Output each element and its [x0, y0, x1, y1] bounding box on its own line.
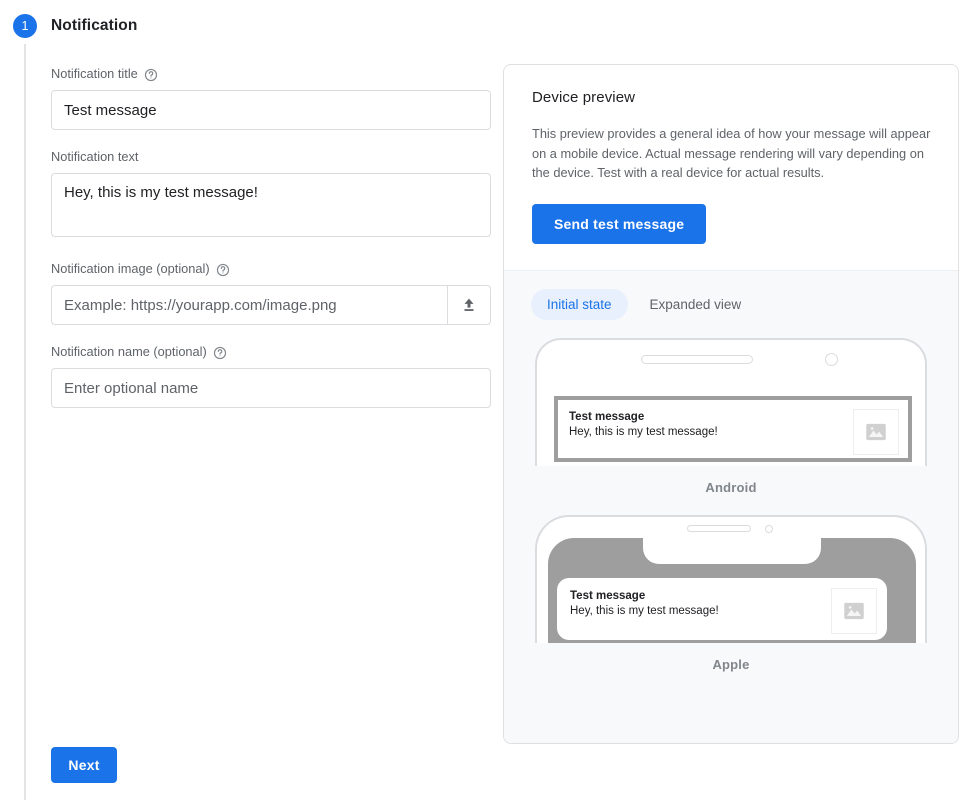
help-circle-icon[interactable] [213, 346, 227, 360]
notification-name-input[interactable] [51, 368, 491, 408]
tab-expanded-view[interactable]: Expanded view [634, 289, 758, 320]
notification-composer-page: 1 Notification Notification title Notifi… [0, 0, 980, 800]
next-button[interactable]: Next [51, 747, 117, 783]
android-notification-body: Hey, this is my test message! [569, 425, 853, 440]
image-placeholder-icon [853, 409, 899, 455]
apple-notification-title: Test message [570, 589, 831, 604]
notification-text-label: Notification text [51, 149, 491, 165]
apple-device-caption: Apple [504, 657, 958, 672]
step-connector-rail [24, 44, 26, 800]
field-notification-text: Notification text [51, 149, 491, 242]
notification-text-label-text: Notification text [51, 149, 139, 165]
android-notification-text: Test message Hey, this is my test messag… [569, 410, 853, 440]
android-notification-frame: Test message Hey, this is my test messag… [554, 396, 912, 462]
notification-image-input-group [51, 285, 491, 325]
notification-form: Notification title Notification text Not… [51, 66, 491, 427]
android-notification-title: Test message [569, 410, 853, 425]
device-preview-panel: Device preview This preview provides a g… [503, 64, 959, 744]
notification-image-label: Notification image (optional) [51, 261, 491, 277]
device-preview-title: Device preview [532, 89, 930, 106]
device-preview-description: This preview provides a general idea of … [532, 124, 932, 183]
android-phone-frame: Test message Hey, this is my test messag… [535, 338, 927, 466]
notification-text-textarea[interactable] [51, 173, 491, 237]
apple-notification-body: Hey, this is my test message! [570, 604, 831, 619]
send-test-message-button[interactable]: Send test message [532, 204, 706, 244]
apple-phone-frame: Test message Hey, this is my test messag… [535, 515, 927, 643]
apple-notification-card: Test message Hey, this is my test messag… [557, 578, 887, 640]
apple-notch [643, 538, 821, 564]
image-placeholder-icon [831, 588, 877, 634]
upload-image-button[interactable] [447, 285, 491, 325]
android-camera-icon [825, 353, 838, 366]
preview-state-tabs: Initial state Expanded view [504, 289, 958, 320]
page-title: Notification [51, 17, 137, 35]
field-notification-image: Notification image (optional) [51, 261, 491, 325]
step-number-badge: 1 [13, 14, 37, 38]
field-notification-title: Notification title [51, 66, 491, 130]
device-preview-apple: Test message Hey, this is my test messag… [504, 515, 958, 672]
help-circle-icon[interactable] [144, 68, 158, 82]
device-preview-header: Device preview This preview provides a g… [504, 65, 958, 271]
device-preview-body: Initial state Expanded view Test message… [504, 271, 958, 745]
android-notification-card: Test message Hey, this is my test messag… [558, 400, 908, 458]
android-device-caption: Android [504, 480, 958, 495]
android-speaker-icon [641, 355, 753, 364]
apple-notification-text: Test message Hey, this is my test messag… [570, 589, 831, 619]
notification-title-input[interactable] [51, 90, 491, 130]
notification-title-label-text: Notification title [51, 66, 138, 82]
apple-speaker-icon [687, 525, 751, 532]
notification-image-input[interactable] [51, 285, 447, 325]
notification-image-label-text: Notification image (optional) [51, 261, 210, 277]
step-header: 1 Notification [0, 14, 137, 38]
tab-initial-state[interactable]: Initial state [531, 289, 628, 320]
device-preview-android: Test message Hey, this is my test messag… [504, 338, 958, 495]
notification-name-label: Notification name (optional) [51, 344, 491, 360]
field-notification-name: Notification name (optional) [51, 344, 491, 408]
notification-name-label-text: Notification name (optional) [51, 344, 207, 360]
apple-camera-icon [765, 525, 773, 533]
apple-shell: Test message Hey, this is my test messag… [535, 515, 927, 643]
android-shell: Test message Hey, this is my test messag… [535, 338, 927, 466]
notification-title-label: Notification title [51, 66, 491, 82]
upload-icon [460, 296, 478, 314]
help-circle-icon[interactable] [216, 263, 230, 277]
